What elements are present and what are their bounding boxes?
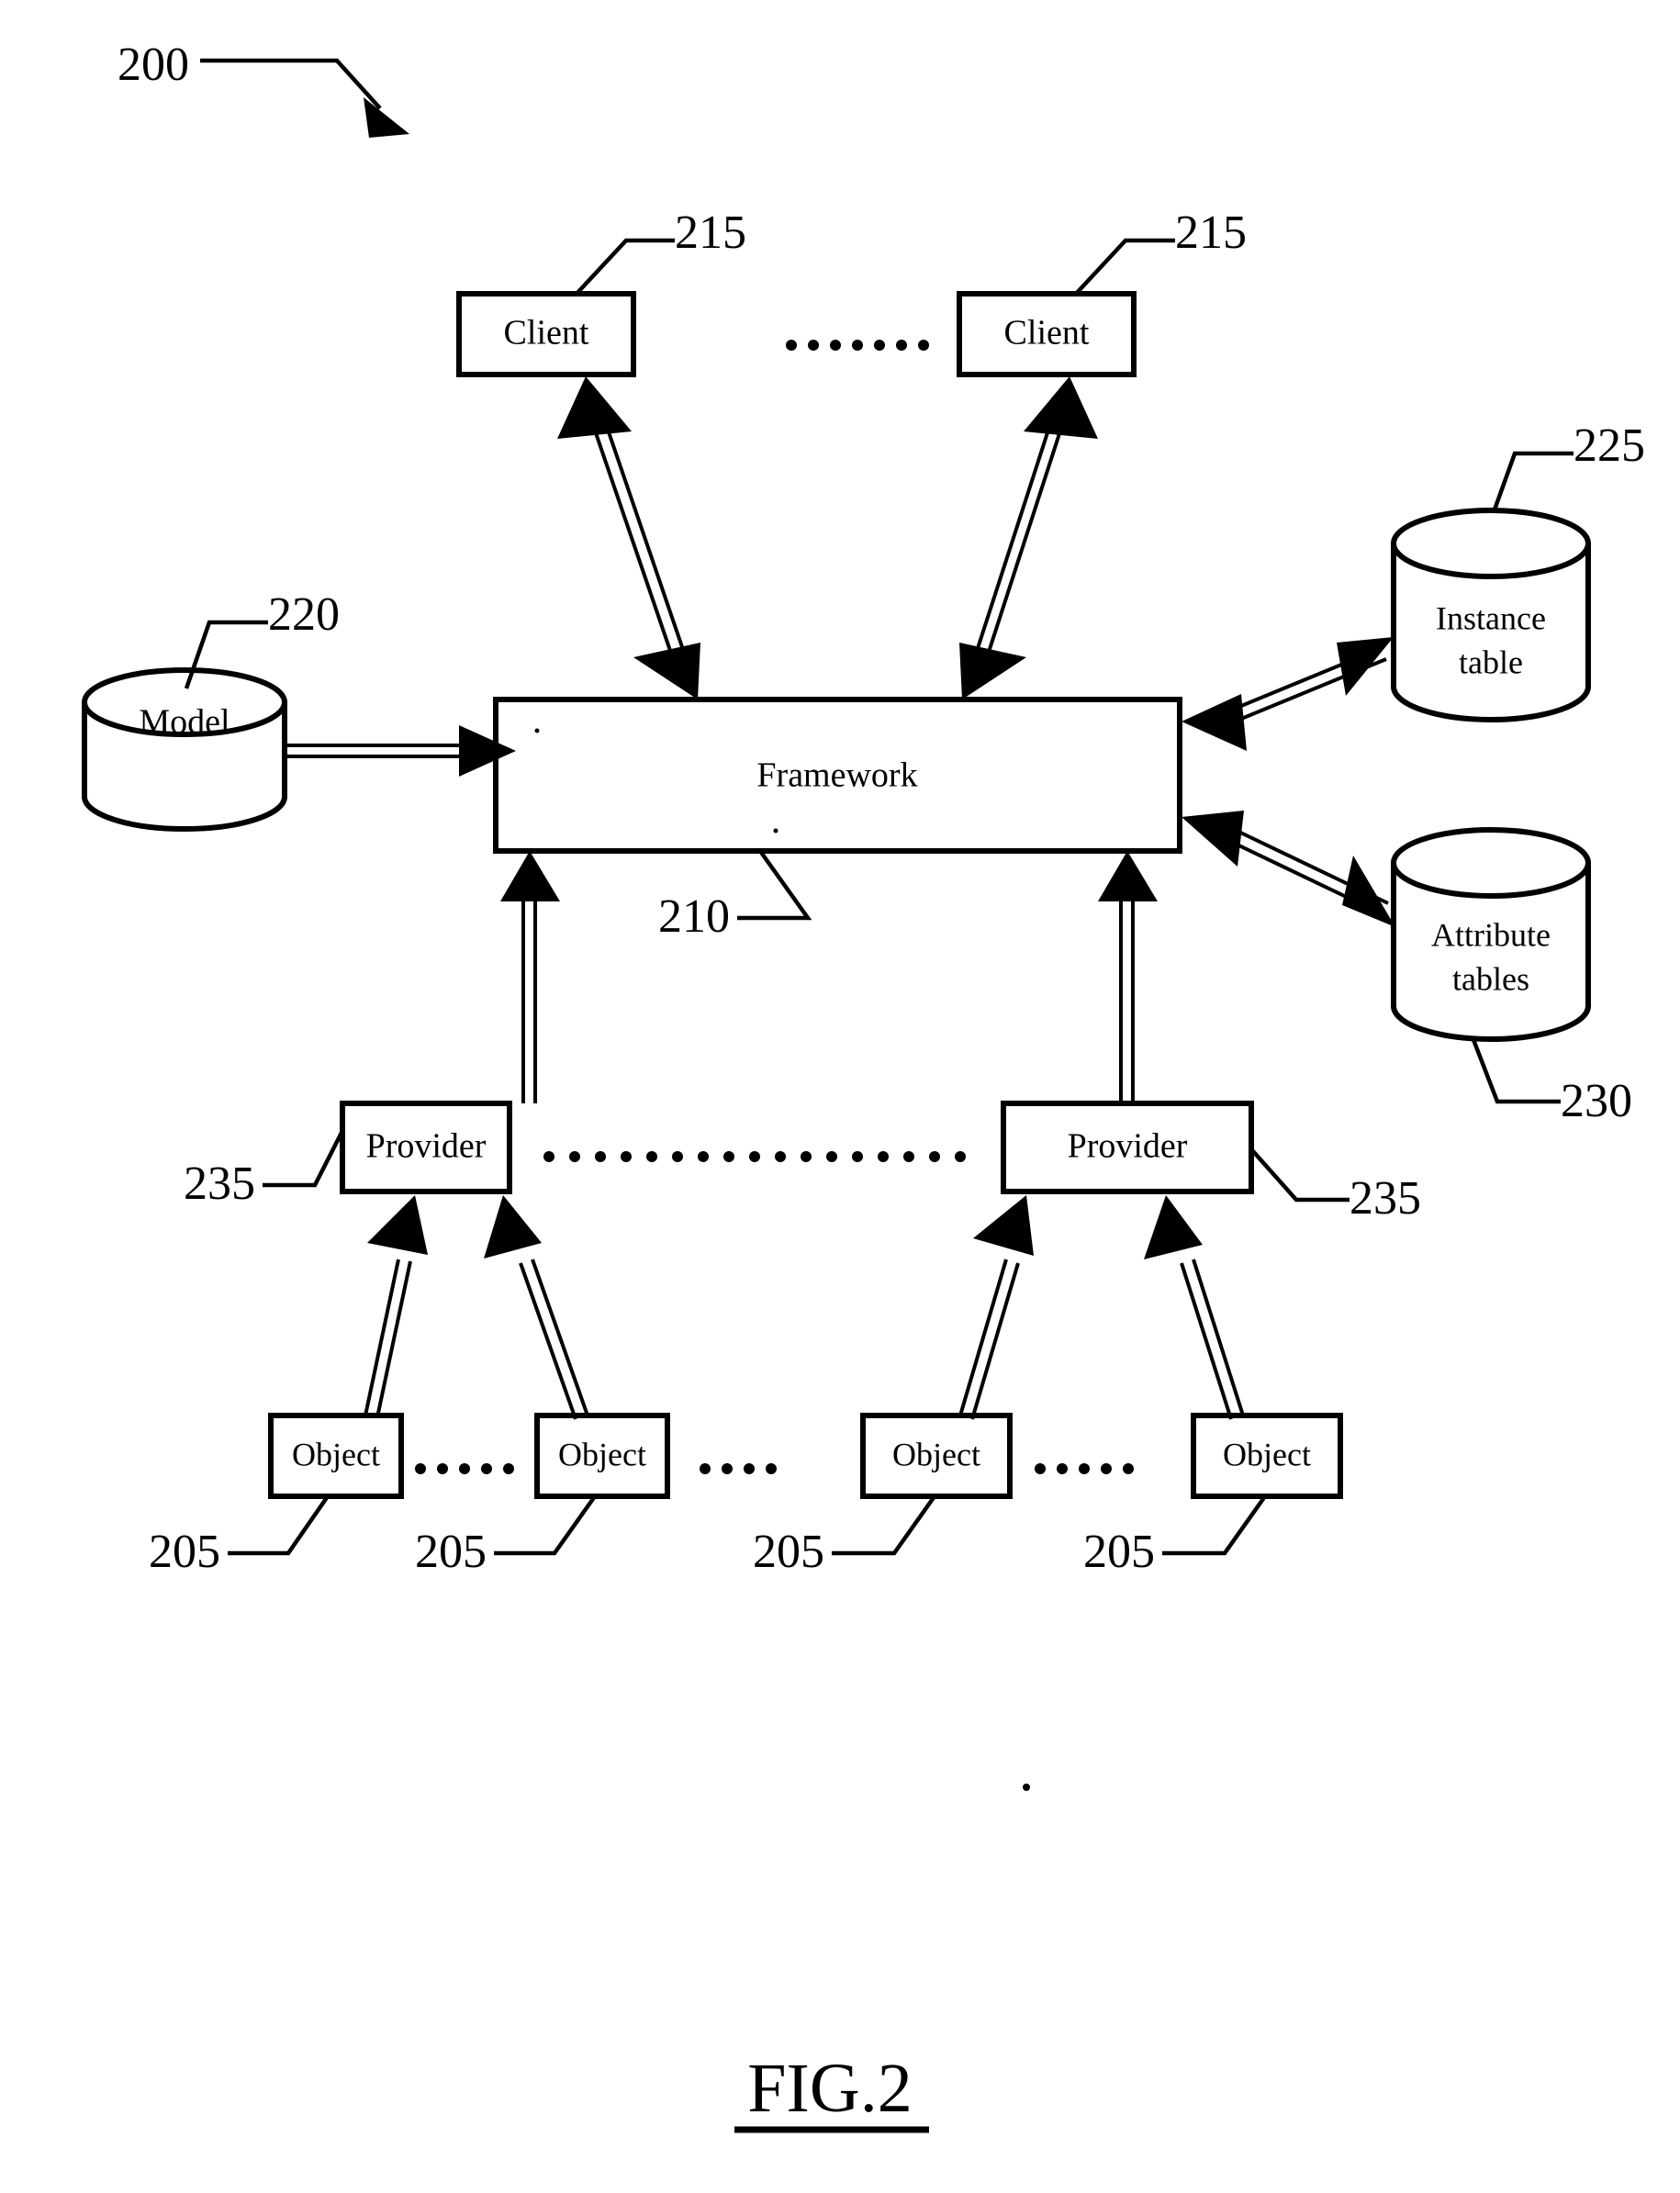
object-1-ref-leader bbox=[228, 1494, 330, 1556]
attribute-tables-label-line2: tables bbox=[1452, 960, 1529, 997]
object-1-ref-label: 205 bbox=[149, 1526, 220, 1578]
object2-provider1-arrowhead bbox=[484, 1195, 542, 1259]
object-4-ref-label: 205 bbox=[1083, 1526, 1155, 1578]
client-1-label: Client bbox=[504, 314, 589, 352]
framework-ref-label: 210 bbox=[658, 890, 730, 943]
objects-row-ellipsis-2 bbox=[700, 1463, 777, 1474]
framework-ref-leader bbox=[737, 849, 812, 921]
object-2-ref-leader bbox=[494, 1494, 597, 1556]
connector-framework-instance-table bbox=[1182, 637, 1394, 751]
instance-table-label-line1: Instance bbox=[1436, 599, 1546, 636]
instance-table-label-line2: table bbox=[1459, 643, 1523, 680]
clients-row-ellipsis bbox=[786, 340, 929, 351]
connector-provider1-framework bbox=[500, 851, 560, 1103]
client1-down-arrowhead bbox=[633, 643, 700, 699]
attribute-tables-left-arrowhead bbox=[1182, 811, 1244, 867]
provider-1-ref-label: 235 bbox=[184, 1158, 255, 1210]
client2-up-arrowhead bbox=[1024, 376, 1098, 439]
model-ref-label: 220 bbox=[268, 588, 340, 641]
client-1-ref-label: 215 bbox=[675, 207, 746, 259]
object-node-1[interactable]: Object 205 bbox=[149, 1413, 404, 1578]
object1-provider1-arrowhead bbox=[367, 1195, 428, 1255]
instance-table-ref-leader bbox=[1491, 451, 1574, 513]
connector-object2-provider1 bbox=[484, 1195, 589, 1420]
connector-client1-framework bbox=[557, 376, 700, 699]
object-4-label: Object bbox=[1223, 1436, 1311, 1472]
client2-down-arrowhead bbox=[959, 643, 1026, 699]
object-3-ref-label: 205 bbox=[753, 1526, 824, 1578]
speck-2 bbox=[773, 828, 778, 834]
object4-provider2-arrowhead bbox=[1144, 1195, 1203, 1259]
provider2-framework-arrowhead bbox=[1098, 851, 1158, 901]
attribute-tables-node[interactable]: Attribute tables 230 bbox=[1391, 827, 1632, 1127]
instance-table-cylinder-top bbox=[1391, 508, 1591, 579]
object-2-label: Object bbox=[558, 1436, 646, 1472]
patent-figure: 200 Client 215 Client 215 Framework 210 … bbox=[0, 0, 1680, 2193]
framework-label: Framework bbox=[756, 756, 917, 795]
object3-provider2-arrowhead bbox=[973, 1195, 1034, 1256]
object-3-ref-leader bbox=[832, 1494, 936, 1556]
connector-framework-attribute-tables bbox=[1182, 811, 1395, 927]
attribute-tables-right-arrowhead bbox=[1342, 856, 1395, 927]
client-2-ref-label: 215 bbox=[1175, 207, 1247, 259]
provider-node-1[interactable]: Provider 235 bbox=[184, 1101, 512, 1210]
client1-up-arrowhead bbox=[557, 376, 632, 439]
objects-row-ellipsis-1 bbox=[415, 1463, 514, 1474]
client-2-ref-leader bbox=[1074, 238, 1175, 296]
reference-200-arrowhead bbox=[364, 97, 409, 138]
object-2-ref-label: 205 bbox=[415, 1526, 487, 1578]
figure-caption: FIG.2 bbox=[747, 2050, 912, 2127]
connector-object4-provider2 bbox=[1144, 1195, 1245, 1420]
ref-label-200: 200 bbox=[118, 39, 189, 91]
connector-model-to-framework bbox=[286, 725, 516, 777]
speck-1 bbox=[534, 728, 540, 733]
attribute-tables-ref-label: 230 bbox=[1561, 1075, 1632, 1127]
attribute-tables-ref-leader bbox=[1470, 1036, 1561, 1104]
page-speck bbox=[1023, 1784, 1030, 1791]
provider-node-2[interactable]: Provider 235 bbox=[1001, 1101, 1421, 1225]
connector-client2-framework bbox=[959, 376, 1098, 699]
provider-2-ref-label: 235 bbox=[1350, 1172, 1421, 1225]
object-4-ref-leader bbox=[1162, 1494, 1267, 1556]
object-1-label: Object bbox=[292, 1436, 380, 1472]
client-2-label: Client bbox=[1004, 314, 1090, 352]
diagram-canvas: 200 Client 215 Client 215 Framework 210 … bbox=[82, 39, 1645, 2133]
client-1-ref-leader bbox=[575, 238, 675, 296]
instance-table-node[interactable]: Instance table 225 bbox=[1391, 420, 1645, 722]
provider-2-ref-leader bbox=[1249, 1147, 1350, 1203]
client-node-2[interactable]: Client 215 bbox=[957, 207, 1247, 377]
providers-row-ellipsis bbox=[543, 1151, 966, 1162]
reference-200-leader bbox=[200, 58, 382, 110]
object-node-2[interactable]: Object 205 bbox=[415, 1413, 670, 1578]
provider-2-label: Provider bbox=[1068, 1127, 1188, 1166]
attribute-tables-cylinder-top bbox=[1391, 827, 1591, 899]
model-node[interactable]: Model 220 bbox=[82, 588, 340, 832]
connector-provider2-framework bbox=[1098, 851, 1158, 1103]
connector-object1-provider1 bbox=[364, 1195, 428, 1418]
model-label: Model bbox=[139, 703, 230, 742]
connector-object3-provider2 bbox=[958, 1195, 1034, 1420]
object-3-label: Object bbox=[892, 1436, 980, 1472]
instance-table-ref-label: 225 bbox=[1574, 420, 1645, 472]
instance-table-left-arrowhead bbox=[1182, 694, 1247, 751]
client-node-1[interactable]: Client 215 bbox=[456, 207, 746, 377]
provider1-framework-arrowhead bbox=[500, 851, 560, 901]
objects-row-ellipsis-3 bbox=[1035, 1463, 1134, 1474]
reference-200-group: 200 bbox=[118, 39, 409, 138]
framework-node[interactable]: Framework 210 bbox=[493, 697, 1182, 943]
figure-caption-group: FIG.2 bbox=[734, 2050, 929, 2133]
provider-1-label: Provider bbox=[366, 1127, 487, 1166]
object-node-4[interactable]: Object 205 bbox=[1083, 1413, 1343, 1578]
object-node-3[interactable]: Object 205 bbox=[753, 1413, 1013, 1578]
provider-1-ref-leader bbox=[263, 1129, 345, 1188]
instance-table-right-arrowhead bbox=[1337, 637, 1394, 696]
attribute-tables-label-line1: Attribute bbox=[1431, 916, 1551, 953]
